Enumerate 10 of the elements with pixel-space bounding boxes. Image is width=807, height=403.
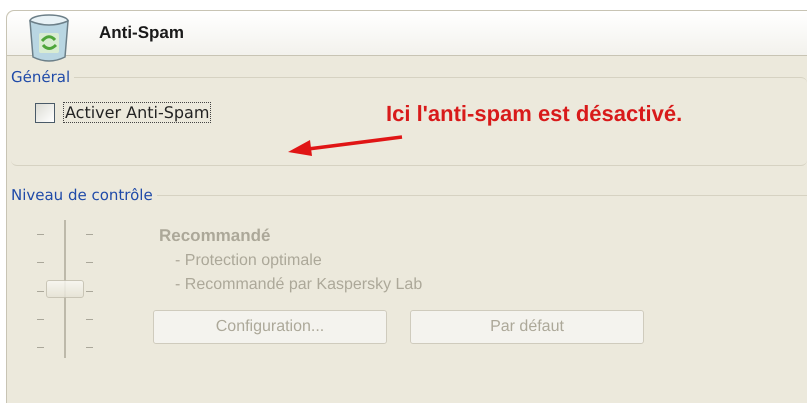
panel-title: Anti-Spam: [99, 23, 184, 43]
enable-checkbox[interactable]: Activer Anti-Spam: [35, 102, 212, 123]
level-detail: - Protection optimale: [175, 252, 323, 270]
group-legend: Niveau de contrôle: [11, 186, 157, 204]
group-legend: Général: [11, 68, 74, 86]
annotation-text: Ici l'anti-spam est désactivé.: [386, 101, 682, 127]
level-detail: - Recommandé par Kaspersky Lab: [175, 276, 424, 294]
checkbox[interactable]: [35, 102, 55, 122]
checkbox-label: Activer Anti-Spam: [63, 102, 212, 123]
level-name: Recommandé: [159, 226, 272, 246]
